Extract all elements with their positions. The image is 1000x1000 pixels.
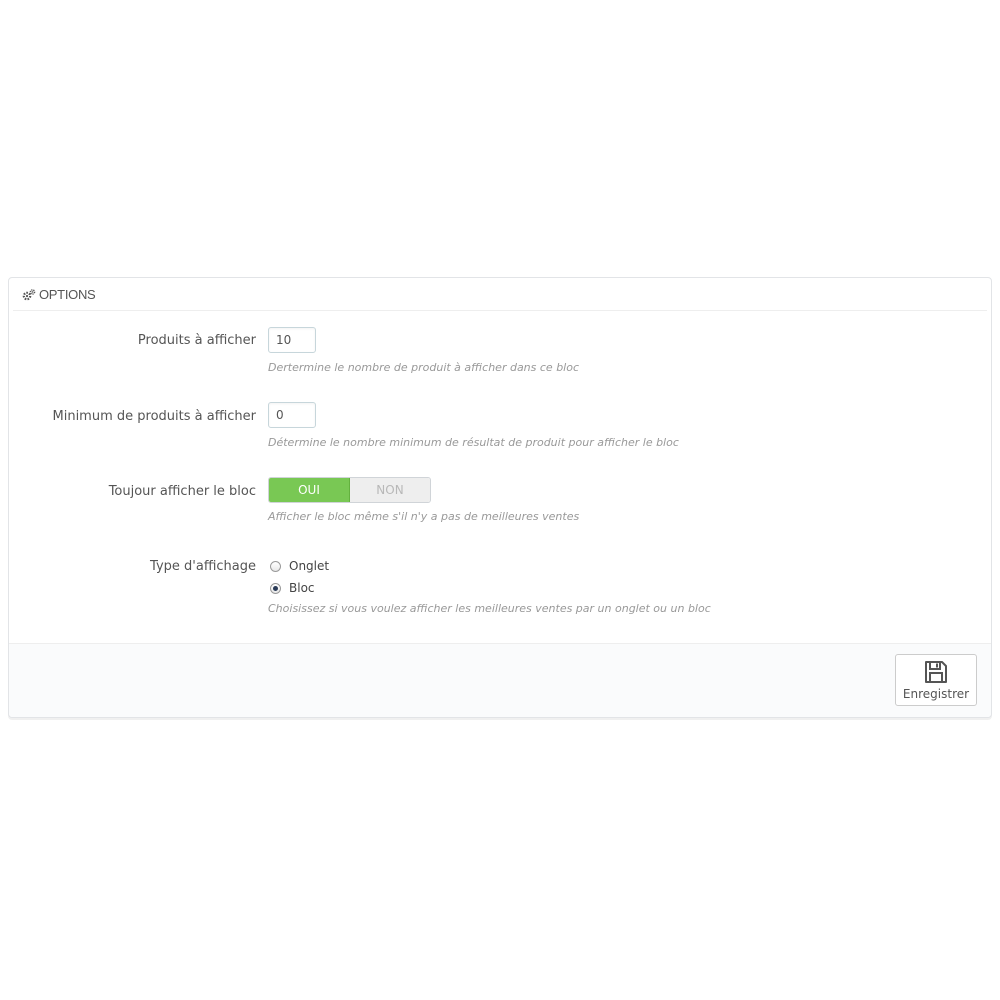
products-to-show-help: Dertermine le nombre de produit à affich…: [268, 361, 580, 374]
min-products-label: Minimum de produits à afficher: [52, 409, 257, 424]
products-to-show-label: Produits à afficher: [137, 333, 256, 348]
radio-onglet-label: Onglet: [289, 559, 330, 573]
products-to-show-input[interactable]: [268, 327, 316, 353]
switch-on-option[interactable]: OUI: [269, 478, 350, 502]
radio-bloc[interactable]: [270, 582, 281, 594]
options-panel: OPTIONS Produits à afficher Dertermine l…: [8, 277, 992, 718]
panel-heading: OPTIONS: [13, 278, 987, 311]
always-show-help: Afficher le bloc même s'il n'y a pas de …: [268, 510, 580, 523]
panel-footer: Enregistrer: [9, 643, 991, 717]
always-show-switch[interactable]: OUI NON: [268, 477, 431, 503]
save-button[interactable]: Enregistrer: [895, 654, 977, 706]
radio-option-bloc[interactable]: Bloc: [268, 578, 329, 598]
min-products-input[interactable]: [268, 402, 316, 428]
radio-bloc-label: Bloc: [289, 581, 315, 595]
save-button-label: Enregistrer: [902, 687, 970, 701]
display-type-help: Choisissez si vous voulez afficher les m…: [268, 602, 711, 615]
floppy-disk-icon: [923, 659, 949, 685]
always-show-label: Toujour afficher le bloc: [108, 484, 256, 499]
switch-off-option[interactable]: NON: [350, 478, 430, 502]
radio-onglet[interactable]: [270, 560, 281, 572]
radio-option-onglet[interactable]: Onglet: [268, 556, 329, 576]
display-type-label: Type d'affichage: [150, 559, 256, 574]
cogs-icon: [22, 287, 36, 301]
panel-title: OPTIONS: [39, 286, 96, 302]
min-products-help: Détermine le nombre minimum de résultat …: [268, 436, 679, 449]
